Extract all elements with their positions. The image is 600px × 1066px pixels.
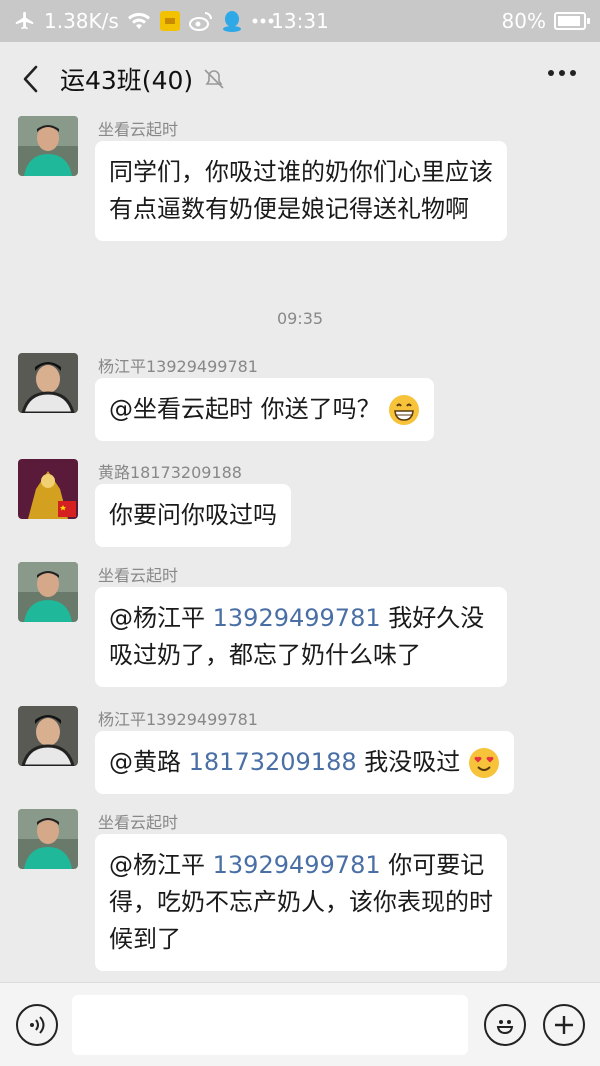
message-bubble[interactable]: 同学们，你吸过谁的奶你们心里应该有点逼数有奶便是娘记得送礼物啊 <box>95 141 507 241</box>
message-bubble[interactable]: @杨江平 13929499781 我好久没吸过奶了，都忘了奶什么味了 <box>95 587 507 687</box>
mention-text: @黄路 <box>109 748 189 776</box>
wifi-icon <box>127 11 151 31</box>
voice-icon <box>30 1016 45 1034</box>
message-bubble[interactable]: @杨江平 13929499781 你可要记得，吃奶不忘产奶人，该你表现的时候到了 <box>95 834 507 971</box>
heart-eyes-face-emoji <box>468 748 499 778</box>
qq-icon <box>221 9 243 33</box>
input-bar <box>0 982 600 1066</box>
emoji-button[interactable] <box>484 1004 526 1046</box>
avatar[interactable] <box>18 706 78 766</box>
message-list[interactable]: 坐看云起时 同学们，你吸过谁的奶你们心里应该有点逼数有奶便是娘记得送礼物啊 09… <box>0 116 600 982</box>
message-text: 同学们，你吸过谁的奶你们心里应该有点逼数有奶便是娘记得送礼物啊 <box>109 158 493 223</box>
battery-icon <box>554 12 590 30</box>
chevron-left-icon <box>23 65 38 93</box>
avatar[interactable] <box>18 809 78 869</box>
message-text: @坐看云起时 你送了吗？ <box>109 395 381 423</box>
weibo-icon <box>188 10 213 32</box>
sender-name: 坐看云起时 <box>98 566 179 585</box>
message-input[interactable] <box>72 995 468 1055</box>
plus-icon <box>555 1016 573 1034</box>
message-bubble[interactable]: @黄路 18173209188 我没吸过 <box>95 731 514 794</box>
phone-link[interactable]: 13929499781 <box>213 851 381 879</box>
app-notification-icon <box>159 10 181 32</box>
voice-button[interactable] <box>16 1004 58 1046</box>
sender-name: 杨江平13929499781 <box>98 710 258 729</box>
message-text: 我没吸过 <box>356 748 461 776</box>
sender-name: 杨江平13929499781 <box>98 357 258 376</box>
timestamp: 09:35 <box>276 309 324 328</box>
message-bubble[interactable]: 你要问你吸过吗 <box>95 484 291 547</box>
back-button[interactable] <box>0 42 60 116</box>
sender-name: 坐看云起时 <box>98 813 179 832</box>
more-dots-icon[interactable] <box>548 70 576 76</box>
avatar[interactable] <box>18 116 78 176</box>
message-text: 你要问你吸过吗 <box>109 501 277 529</box>
mention-text: @杨江平 <box>109 851 213 879</box>
chat-header: 运43班(40) <box>0 42 600 116</box>
mention-text: @杨江平 <box>109 604 213 632</box>
emoji-icon <box>496 1020 514 1035</box>
message-bubble[interactable]: @坐看云起时 你送了吗？ <box>95 378 435 441</box>
network-speed: 1.38K/s <box>44 9 119 33</box>
phone-link[interactable]: 13929499781 <box>213 604 381 632</box>
avatar[interactable] <box>18 459 78 519</box>
sender-name: 黄路18173209188 <box>98 463 242 482</box>
more-notifications-icon <box>251 17 275 25</box>
sender-name: 坐看云起时 <box>98 120 179 139</box>
bell-muted-icon <box>203 68 225 90</box>
status-bar: 1.38K/s 13:31 80% <box>0 0 600 42</box>
avatar[interactable] <box>18 353 78 413</box>
airplane-icon <box>14 10 36 32</box>
group-title[interactable]: 运43班(40) <box>60 61 193 97</box>
battery-percent: 80% <box>501 9 546 33</box>
avatar[interactable] <box>18 562 78 622</box>
plus-button[interactable] <box>543 1004 585 1046</box>
grinning-face-emoji <box>389 395 420 425</box>
phone-link[interactable]: 18173209188 <box>189 748 357 776</box>
